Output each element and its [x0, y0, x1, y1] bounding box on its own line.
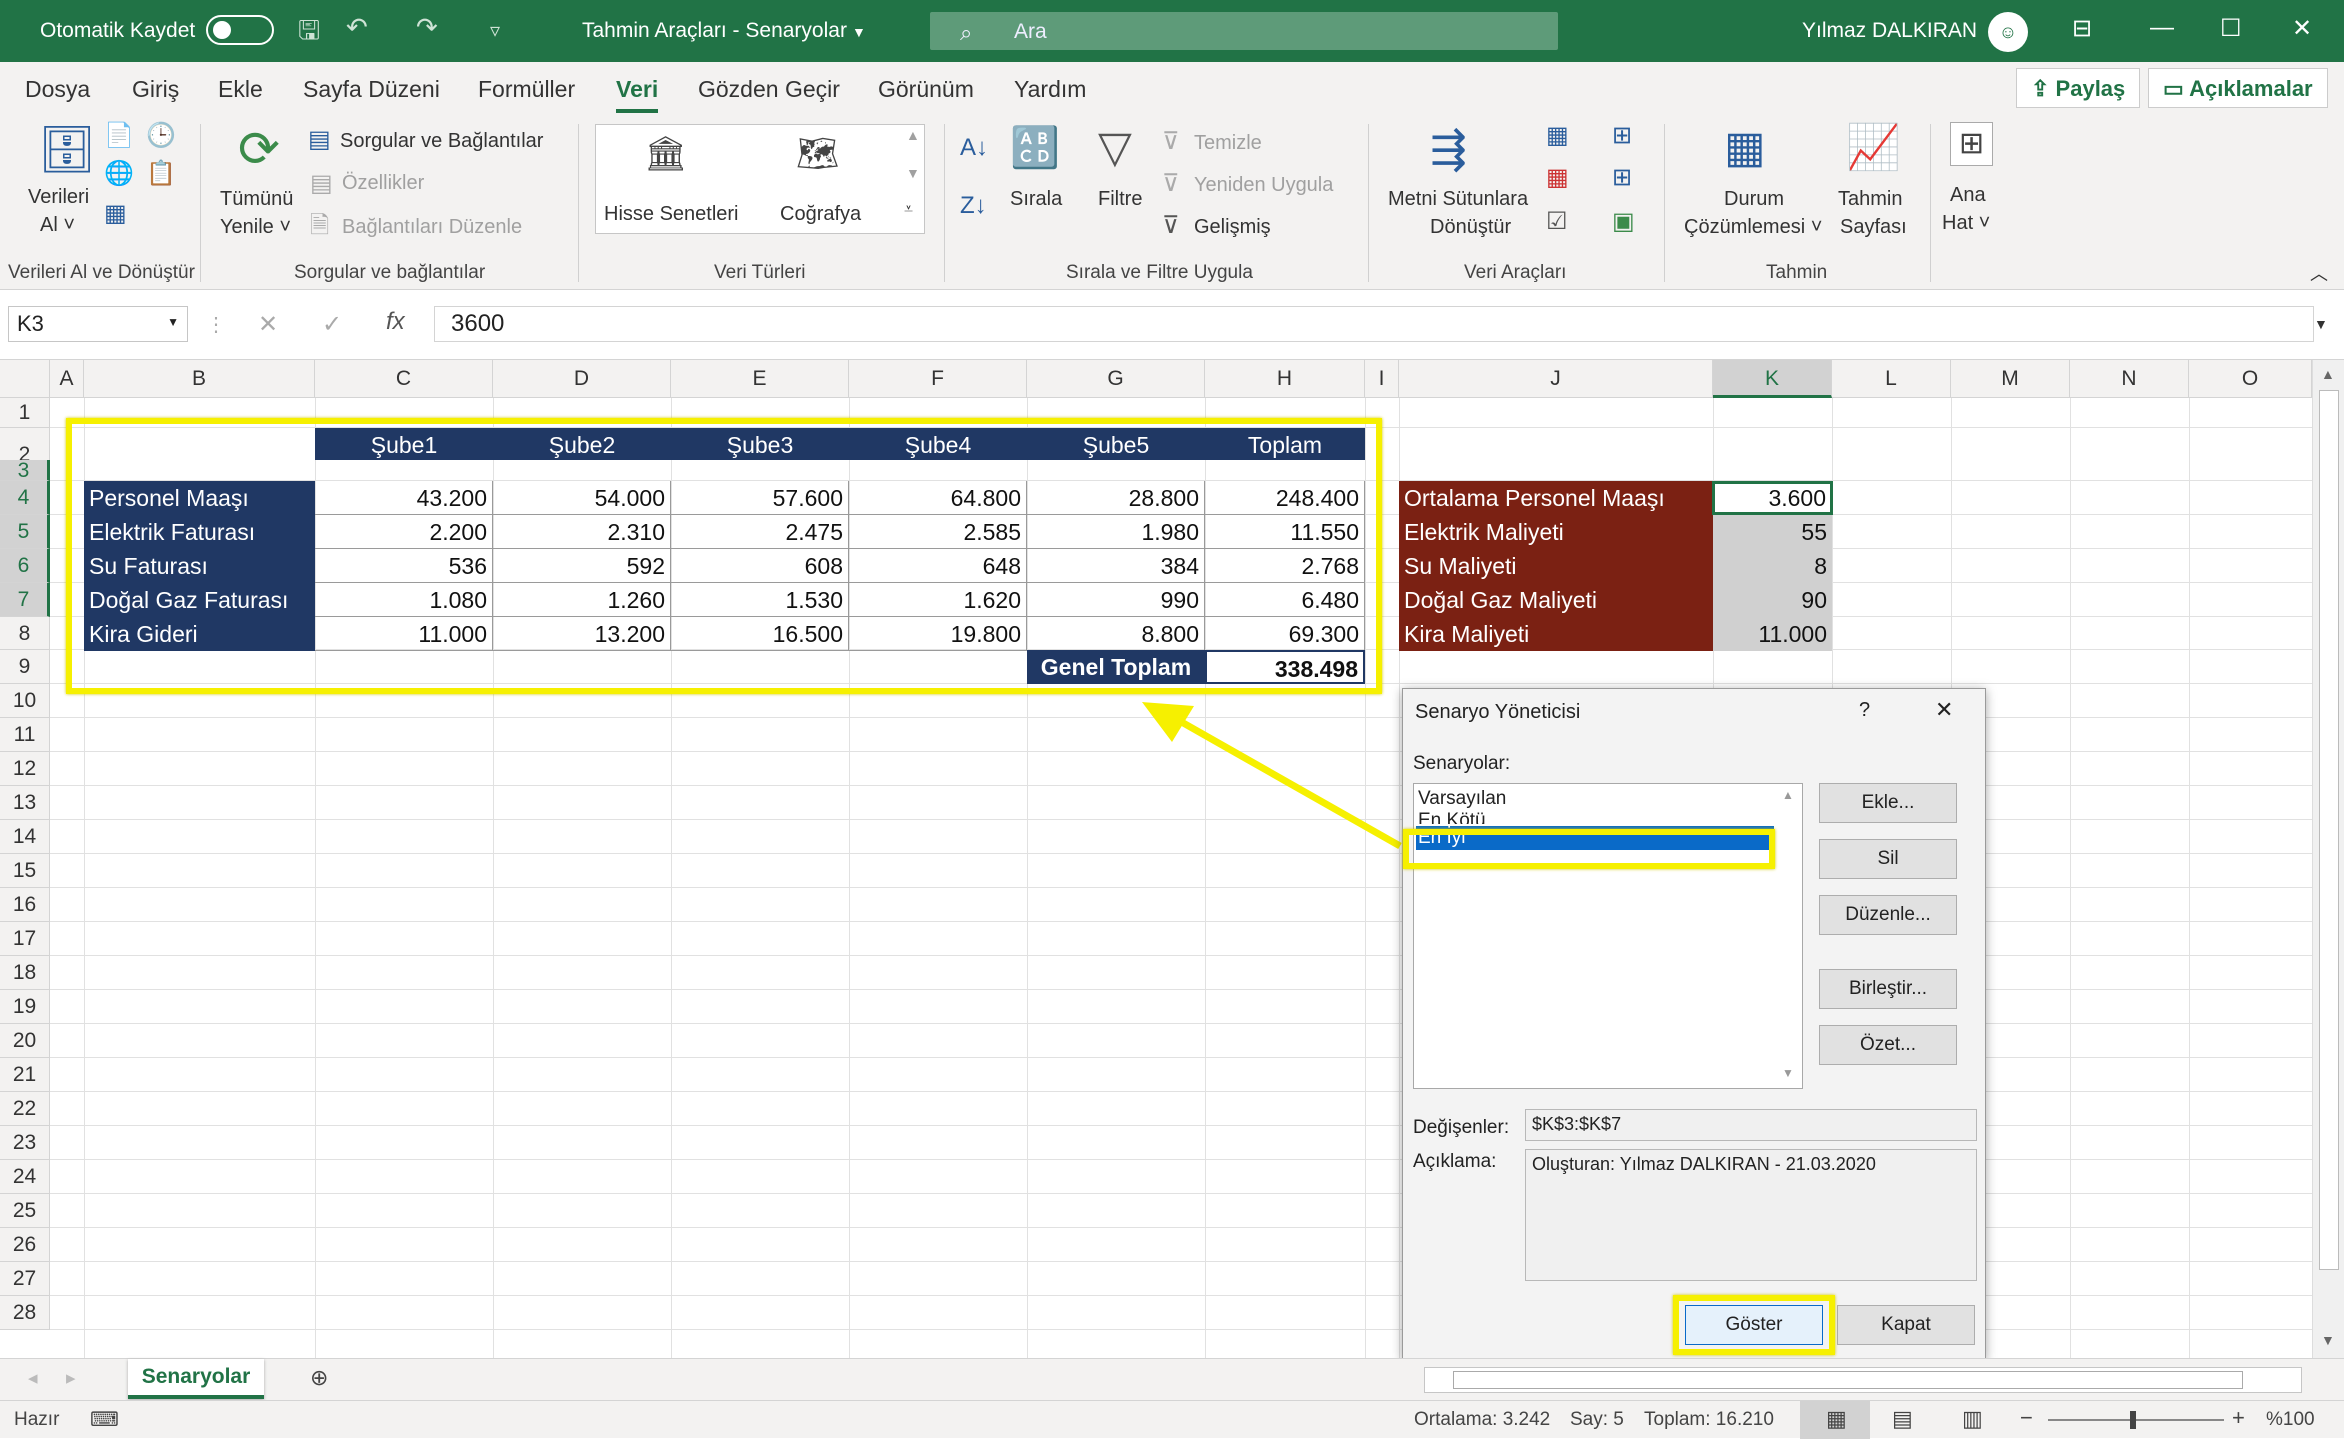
zoom-in-icon[interactable]: +: [2232, 1405, 2245, 1431]
prev-sheet-icon[interactable]: ◂: [28, 1367, 38, 1390]
help-button[interactable]: ?: [1859, 699, 1870, 722]
add-scenario-button[interactable]: Ekle...: [1819, 783, 1957, 823]
arrow-to-table: [1176, 716, 1402, 850]
scenario-item[interactable]: Varsayılan: [1418, 788, 1506, 810]
page-break-icon[interactable]: ▥: [1962, 1406, 1983, 1432]
list-scroll-down-icon[interactable]: ▼: [1782, 1066, 1794, 1080]
merge-scenario-button[interactable]: Birleştir...: [1819, 969, 1957, 1009]
scroll-down-icon[interactable]: ▼: [2321, 1332, 2335, 1348]
dialog-title: Senaryo Yöneticisi: [1415, 701, 1581, 723]
delete-scenario-button[interactable]: Sil: [1819, 839, 1957, 879]
sheet-tab-bar: ◂ ▸ Senaryolar ⊕: [0, 1358, 2344, 1400]
zoom-slider-thumb[interactable]: [2130, 1411, 2136, 1429]
scroll-up-icon[interactable]: ▲: [2321, 366, 2335, 382]
vertical-scrollbar[interactable]: ▲ ▼: [2312, 360, 2344, 1358]
comment-field: Oluşturan: Yılmaz DALKIRAN - 21.03.2020: [1525, 1149, 1977, 1281]
zoom-level[interactable]: %100: [2266, 1409, 2315, 1431]
highlight-selected-scenario: [1403, 829, 1775, 869]
changing-cells-field: $K$3:$K$7: [1525, 1109, 1977, 1141]
accessibility-icon[interactable]: ⌨: [90, 1407, 119, 1432]
normal-view-icon: ▦: [1826, 1406, 1847, 1431]
status-average[interactable]: Ortalama: 3.242: [1414, 1409, 1550, 1431]
zoom-slider[interactable]: [2048, 1419, 2224, 1421]
close-button[interactable]: Kapat: [1837, 1305, 1975, 1345]
sheet-tab-senaryolar[interactable]: Senaryolar: [128, 1359, 264, 1399]
status-count[interactable]: Say: 5: [1570, 1409, 1624, 1431]
status-sum[interactable]: Toplam: 16.210: [1644, 1409, 1774, 1431]
edit-scenario-button[interactable]: Düzenle...: [1819, 895, 1957, 935]
scenario-item[interactable]: En Kötü: [1418, 810, 1486, 824]
annotation-arrows: [1142, 702, 1748, 1276]
list-scroll-up-icon[interactable]: ▲: [1782, 788, 1794, 802]
highlight-show-button: [1673, 1295, 1835, 1355]
summary-button[interactable]: Özet...: [1819, 1025, 1957, 1065]
scenario-manager-dialog: Senaryo Yöneticisi ? ✕ Senaryolar: Varsa…: [1402, 688, 1986, 1360]
changing-cells-label: Değişenler:: [1413, 1117, 1510, 1138]
horizontal-scroll-thumb[interactable]: [1453, 1371, 2243, 1389]
normal-view-button[interactable]: ▦: [1800, 1401, 1870, 1439]
comment-label: Açıklama:: [1413, 1151, 1497, 1172]
ready-status: Hazır: [14, 1409, 60, 1430]
zoom-out-icon[interactable]: −: [2020, 1405, 2033, 1431]
scenarios-label: Senaryolar:: [1413, 753, 1511, 774]
vertical-scroll-thumb[interactable]: [2319, 390, 2339, 1270]
page-layout-icon[interactable]: ▤: [1892, 1406, 1913, 1432]
dialog-close-icon[interactable]: ✕: [1935, 697, 1953, 723]
horizontal-scrollbar[interactable]: [1424, 1367, 2302, 1393]
status-bar: Hazır ⌨ Ortalama: 3.242 Say: 5 Toplam: 1…: [0, 1400, 2344, 1439]
next-sheet-icon[interactable]: ▸: [66, 1367, 76, 1390]
add-sheet-icon[interactable]: ⊕: [310, 1365, 328, 1391]
